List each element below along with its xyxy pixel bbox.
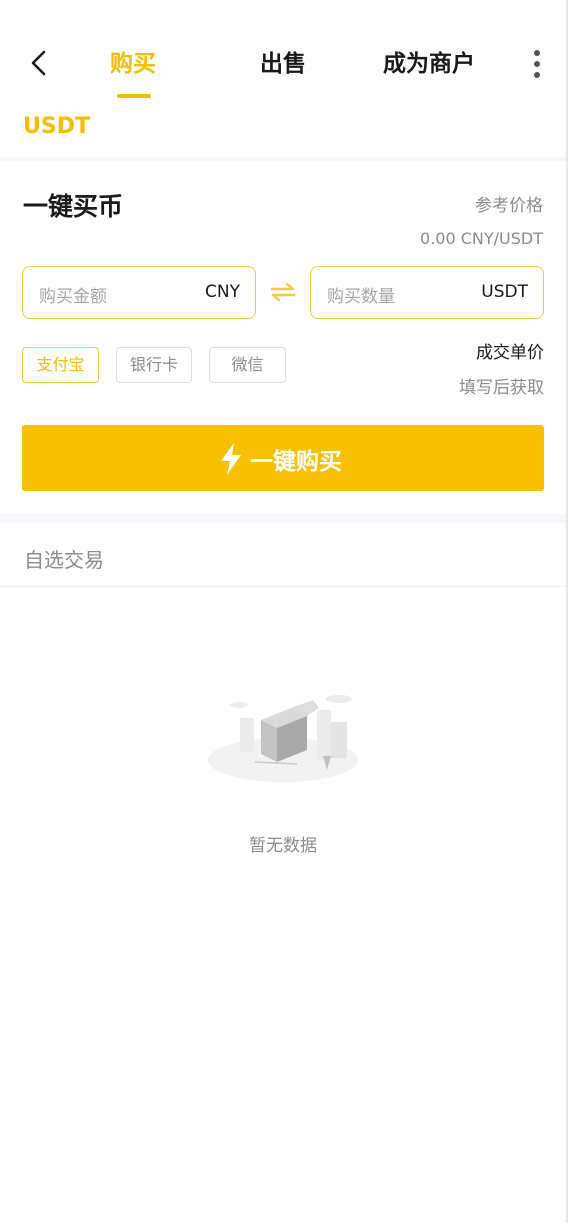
swap-arrows-icon[interactable] [269, 280, 297, 304]
ref-price-label: 参考价格 [475, 196, 543, 216]
chevron-left-icon[interactable] [22, 46, 56, 80]
section-divider [0, 514, 566, 523]
favorites-title: 自选交易 [24, 548, 104, 572]
amount-unit: CNY [205, 282, 240, 302]
tab-buy[interactable]: 购买 [110, 44, 156, 78]
top-nav: 购买 出售 成为商户 [0, 0, 566, 110]
payment-wechat-option[interactable]: 微信 [209, 347, 286, 383]
empty-state-text: 暂无数据 [249, 836, 317, 856]
active-tab-indicator [117, 94, 151, 98]
more-vertical-icon[interactable] [526, 48, 548, 80]
quantity-unit: USDT [481, 282, 528, 302]
ref-price-value: 0.00 CNY/USDT [420, 229, 543, 248]
payment-bank-card-option[interactable]: 银行卡 [116, 347, 192, 383]
divider [0, 157, 566, 161]
lightning-icon [221, 443, 241, 475]
amount-input[interactable]: 购买金额 CNY [22, 266, 256, 319]
quantity-input[interactable]: 购买数量 USDT [310, 266, 544, 319]
divider [0, 586, 566, 587]
tab-become-merchant[interactable]: 成为商户 [383, 44, 475, 78]
unit-price-hint: 填写后获取 [459, 378, 544, 398]
payment-alipay-option[interactable]: 支付宝 [22, 347, 99, 383]
empty-box-icon [208, 695, 358, 782]
quantity-placeholder: 购买数量 [327, 287, 395, 307]
tab-sell[interactable]: 出售 [260, 44, 306, 78]
quick-buy-title: 一键买币 [23, 192, 124, 221]
unit-price-label: 成交单价 [476, 343, 544, 363]
buy-button-label: 一键购买 [250, 449, 342, 475]
asset-label[interactable]: USDT [23, 114, 90, 139]
amount-placeholder: 购买金额 [39, 287, 107, 307]
